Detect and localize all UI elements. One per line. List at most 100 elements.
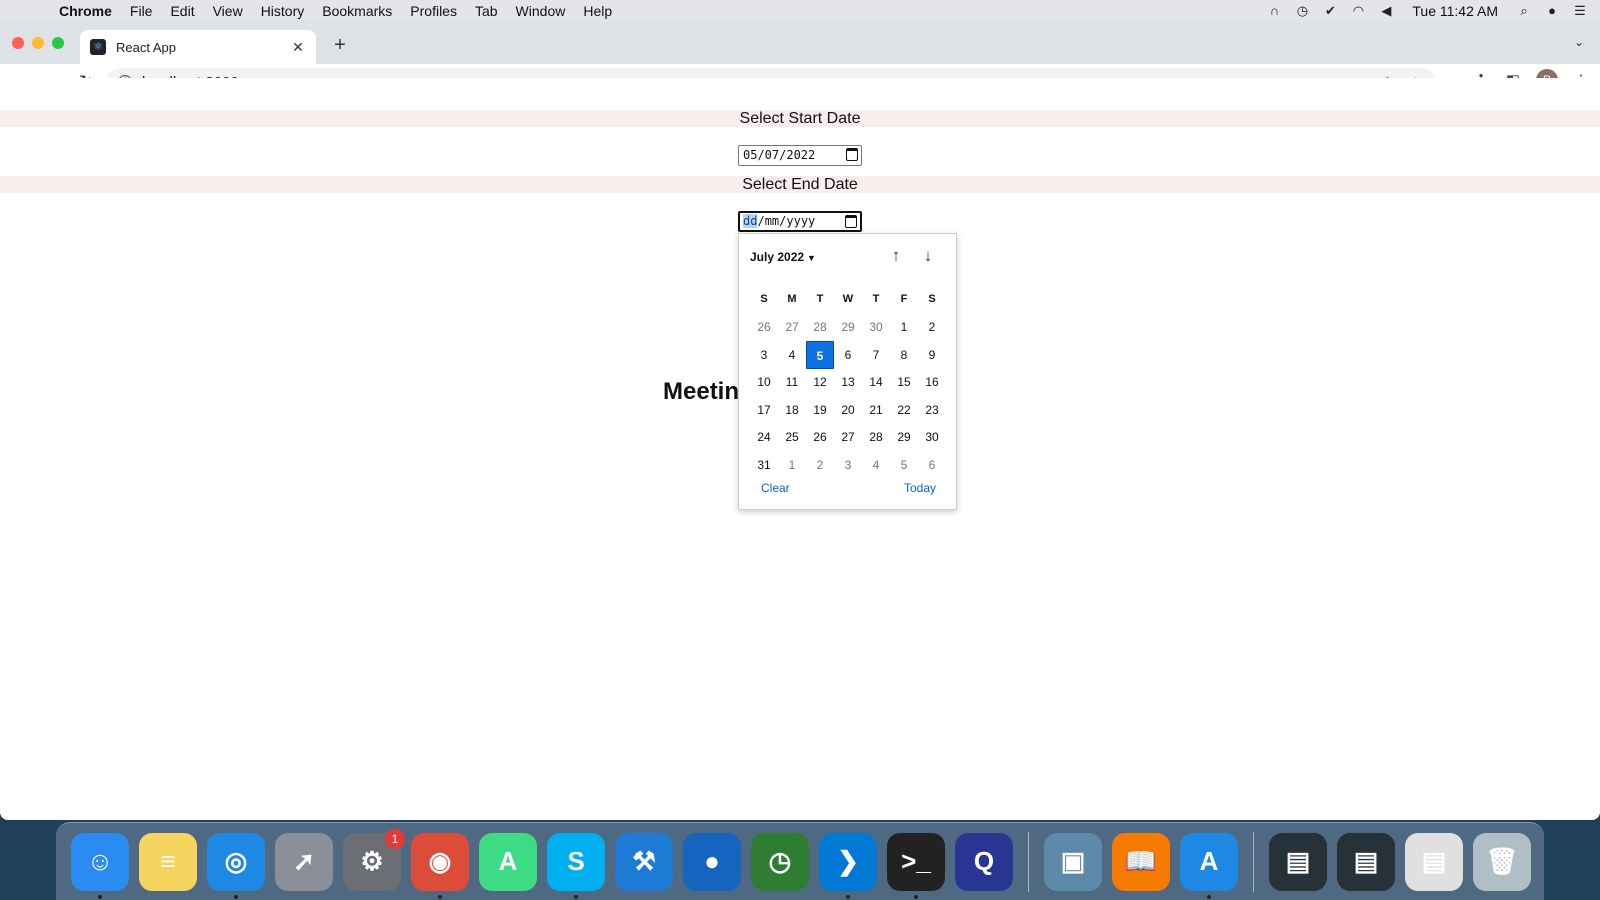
- vscode-icon[interactable]: ❯: [819, 832, 877, 899]
- calendar-icon[interactable]: [845, 215, 857, 228]
- launchpad-icon[interactable]: ➚: [275, 832, 333, 891]
- calendar-day[interactable]: 29: [834, 313, 862, 341]
- menu-help[interactable]: Help: [574, 3, 621, 19]
- app-store-icon[interactable]: A: [1180, 832, 1238, 899]
- end-date-day-segment[interactable]: dd: [743, 214, 758, 228]
- wifi-icon[interactable]: ◠: [1350, 3, 1366, 19]
- menu-file[interactable]: File: [121, 3, 162, 19]
- calendar-day[interactable]: 28: [806, 313, 834, 341]
- android-studio-icon[interactable]: A: [479, 832, 537, 891]
- calendar-day[interactable]: 10: [750, 368, 778, 396]
- calendar-day[interactable]: 2: [918, 313, 946, 341]
- end-date-month-segment[interactable]: mm: [765, 214, 779, 228]
- check-circle-icon[interactable]: ✔: [1322, 3, 1338, 19]
- calendar-day[interactable]: 13: [834, 368, 862, 396]
- tab-search-chevron-icon[interactable]: ⌄: [1574, 35, 1584, 49]
- calendar-day[interactable]: 4: [862, 451, 890, 479]
- calendar-day[interactable]: 21: [862, 396, 890, 424]
- notes-icon[interactable]: ≡: [139, 832, 197, 891]
- time-machine-icon[interactable]: ◷: [1294, 3, 1310, 19]
- end-date-year-segment[interactable]: yyyy: [786, 214, 815, 228]
- volume-icon[interactable]: ◀: [1378, 3, 1394, 19]
- calendar-day[interactable]: 26: [750, 313, 778, 341]
- calendar-day[interactable]: 4: [778, 341, 806, 369]
- chrome-icon[interactable]: ◉: [411, 832, 469, 899]
- calendar-day[interactable]: 3: [834, 451, 862, 479]
- siri-icon[interactable]: ●: [1544, 3, 1560, 19]
- calendar-day[interactable]: 18: [778, 396, 806, 424]
- quicktime-icon[interactable]: Q: [955, 832, 1013, 891]
- minimized-terminal-window-icon[interactable]: ▤: [1337, 832, 1395, 891]
- calendar-day[interactable]: 31: [750, 451, 778, 479]
- calendar-day-selected[interactable]: 5: [806, 340, 834, 369]
- maps-pin-icon[interactable]: ●: [683, 832, 741, 891]
- xcode-icon[interactable]: ⚒: [615, 832, 673, 891]
- next-month-arrow-icon[interactable]: ↓: [919, 246, 937, 266]
- minimized-skype-window-icon[interactable]: ▤: [1405, 832, 1463, 891]
- calendar-day[interactable]: 23: [918, 396, 946, 424]
- safari-icon[interactable]: ◎: [207, 832, 265, 899]
- calendar-day[interactable]: 15: [890, 368, 918, 396]
- fullscreen-window-button[interactable]: [52, 37, 64, 49]
- minimized-vscode-window-icon[interactable]: ▤: [1269, 832, 1327, 891]
- calendar-day[interactable]: 29: [890, 423, 918, 451]
- calendar-day[interactable]: 7: [862, 341, 890, 369]
- calendar-day[interactable]: 9: [918, 341, 946, 369]
- new-tab-icon[interactable]: +: [330, 34, 350, 57]
- calendar-day[interactable]: 1: [890, 313, 918, 341]
- clear-button[interactable]: Clear: [761, 481, 790, 495]
- menu-window[interactable]: Window: [507, 3, 575, 19]
- clock-app-icon[interactable]: ◷: [751, 832, 809, 891]
- menu-clock[interactable]: Tue 11:42 AM: [1412, 3, 1498, 19]
- control-center-icon[interactable]: ☰: [1572, 3, 1588, 19]
- tab-react-app[interactable]: ⚛ React App ✕: [80, 30, 316, 64]
- preview-icon[interactable]: ▣: [1044, 832, 1102, 891]
- menu-bookmarks[interactable]: Bookmarks: [313, 3, 401, 19]
- skype-icon[interactable]: S: [547, 832, 605, 899]
- calendar-icon[interactable]: [846, 148, 858, 161]
- calendar-day[interactable]: 16: [918, 368, 946, 396]
- calendar-day[interactable]: 28: [862, 423, 890, 451]
- previous-month-arrow-icon[interactable]: ↑: [887, 246, 905, 266]
- calendar-day[interactable]: 8: [890, 341, 918, 369]
- menu-app-name[interactable]: Chrome: [50, 3, 121, 19]
- calendar-day[interactable]: 27: [834, 423, 862, 451]
- today-button[interactable]: Today: [904, 481, 936, 495]
- calendar-day[interactable]: 1: [778, 451, 806, 479]
- month-year-dropdown[interactable]: July 2022 ▼: [750, 250, 816, 264]
- calendar-day[interactable]: 11: [778, 368, 806, 396]
- calendar-day[interactable]: 2: [806, 451, 834, 479]
- minimize-window-button[interactable]: [32, 37, 44, 49]
- calendar-day[interactable]: 24: [750, 423, 778, 451]
- calendar-day[interactable]: 26: [806, 423, 834, 451]
- calendar-day[interactable]: 27: [778, 313, 806, 341]
- start-date-input[interactable]: 05/07/2022: [738, 145, 862, 166]
- calendar-day[interactable]: 19: [806, 396, 834, 424]
- menu-profiles[interactable]: Profiles: [401, 3, 466, 19]
- calendar-day[interactable]: 20: [834, 396, 862, 424]
- spotlight-search-icon[interactable]: ⌕: [1516, 3, 1532, 19]
- headphones-icon[interactable]: ∩: [1266, 3, 1282, 19]
- menu-tab[interactable]: Tab: [466, 3, 507, 19]
- finder-icon[interactable]: ☺: [71, 832, 129, 899]
- system-preferences-icon[interactable]: ⚙ 1: [343, 828, 405, 891]
- books-icon[interactable]: 📖: [1112, 832, 1170, 891]
- menu-edit[interactable]: Edit: [161, 3, 203, 19]
- end-date-input[interactable]: dd/mm/yyyy: [738, 211, 862, 232]
- menu-view[interactable]: View: [204, 3, 252, 19]
- close-window-button[interactable]: [12, 37, 24, 49]
- trash-icon[interactable]: 🗑: [1473, 832, 1531, 891]
- calendar-day[interactable]: 3: [750, 341, 778, 369]
- calendar-day[interactable]: 6: [834, 341, 862, 369]
- calendar-day[interactable]: 6: [918, 451, 946, 479]
- calendar-day[interactable]: 5: [890, 451, 918, 479]
- calendar-day[interactable]: 30: [862, 313, 890, 341]
- calendar-day[interactable]: 25: [778, 423, 806, 451]
- calendar-day[interactable]: 22: [890, 396, 918, 424]
- close-tab-icon[interactable]: ✕: [290, 39, 306, 56]
- terminal-icon[interactable]: >_: [887, 832, 945, 899]
- calendar-day[interactable]: 17: [750, 396, 778, 424]
- menu-history[interactable]: History: [252, 3, 314, 19]
- calendar-day[interactable]: 12: [806, 368, 834, 396]
- calendar-day[interactable]: 14: [862, 368, 890, 396]
